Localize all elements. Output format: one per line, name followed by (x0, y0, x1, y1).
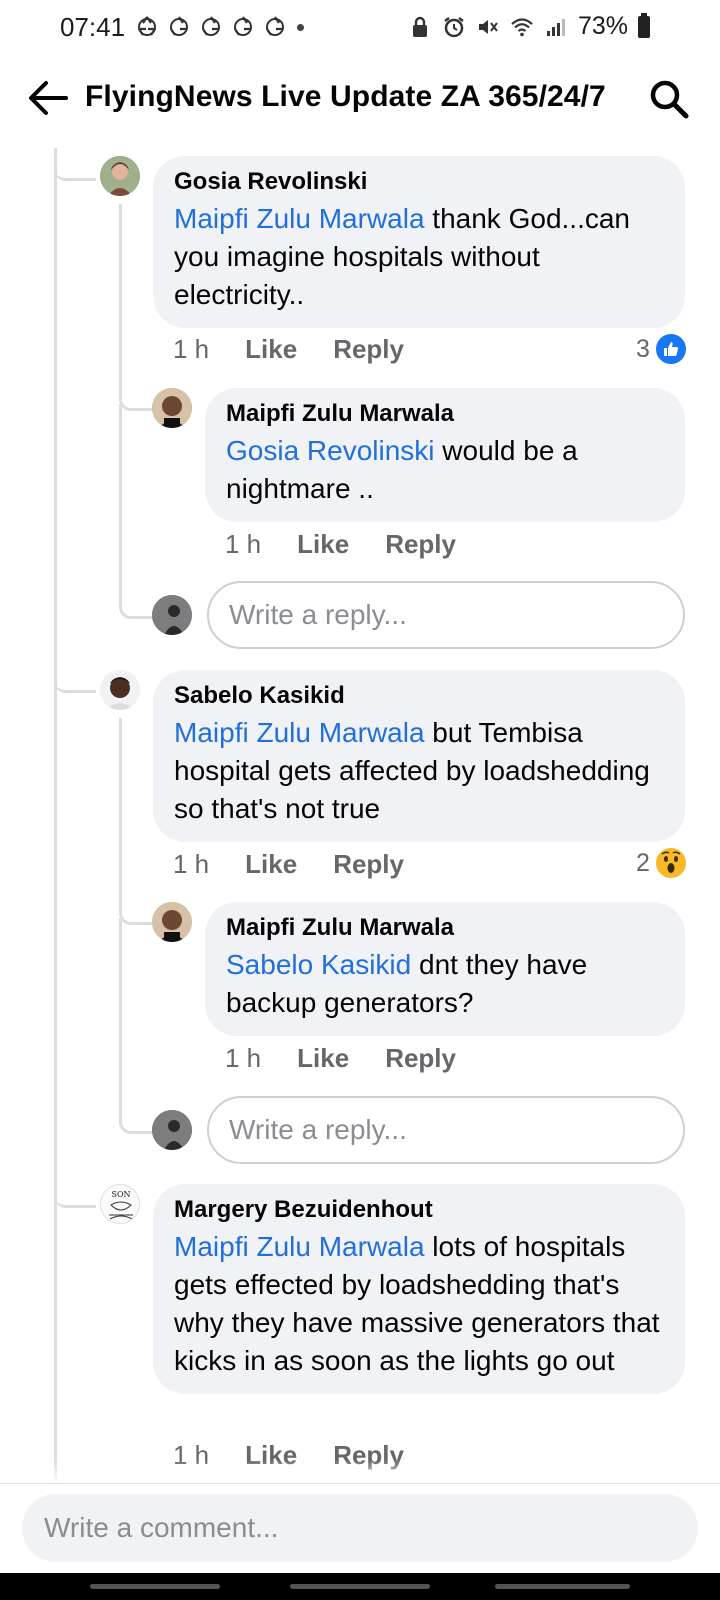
comment-author[interactable]: Gosia Revolinski (174, 168, 665, 196)
comment-input[interactable]: Write a comment... (22, 1494, 698, 1562)
avatar-photo-icon (100, 156, 140, 196)
user-avatar (152, 1110, 192, 1150)
recycle-icon (170, 16, 188, 36)
mention-link[interactable]: Gosia Revolinski (226, 435, 435, 466)
system-icons: 73% (408, 12, 650, 41)
reaction-summary[interactable]: 2 (636, 846, 688, 880)
reaction-summary[interactable]: 3 (636, 332, 688, 366)
recycle-icon (234, 16, 252, 36)
thread-connector (54, 1175, 96, 1208)
reply-connector (119, 404, 122, 604)
nav-back-button[interactable] (495, 1584, 630, 1589)
reply-bubble[interactable]: Maipfi Zulu Marwala Sabelo Kasikid dnt t… (205, 902, 685, 1036)
lock-icon (412, 16, 427, 37)
recycle-icon (266, 16, 284, 36)
reply-button[interactable]: Reply (385, 529, 456, 560)
like-button[interactable]: Like (297, 529, 349, 560)
like-button[interactable]: Like (297, 1043, 349, 1074)
nav-home-button[interactable] (290, 1584, 430, 1589)
reply-bubble[interactable]: Maipfi Zulu Marwala Gosia Revolinski wou… (205, 388, 685, 522)
like-icon (653, 332, 688, 366)
reply-connector (119, 918, 122, 1118)
more-notifications-dot (297, 24, 304, 31)
reply-author[interactable]: Maipfi Zulu Marwala (226, 914, 665, 942)
avatar-photo-icon (152, 388, 192, 428)
avatar-photo-icon (152, 595, 192, 635)
avatar-photo-icon (152, 1110, 192, 1150)
comment-text: Maipfi Zulu Marwala but Tembisa hospital… (174, 714, 665, 828)
alarm-icon (444, 16, 464, 37)
wifi-icon (511, 17, 533, 36)
comment-actions: 1 h Like Reply (173, 334, 440, 365)
reply-connector (119, 718, 152, 925)
avatar-logo-icon: SON (101, 1185, 139, 1223)
comment-bubble[interactable]: Margery Bezuidenhout Maipfi Zulu Marwala… (153, 1184, 685, 1394)
recycle-icon (202, 16, 220, 36)
page-title: FlyingNews Live Update ZA 365/24/7 (85, 80, 606, 113)
reply-input[interactable]: Write a reply... (207, 1096, 685, 1164)
mention-link[interactable]: Maipfi Zulu Marwala (174, 203, 425, 234)
avatar[interactable] (100, 670, 140, 710)
recycle-icon (138, 16, 156, 36)
like-button[interactable]: Like (245, 334, 297, 365)
avatar-photo-icon (100, 670, 140, 710)
avatar[interactable] (100, 156, 140, 196)
avatar[interactable] (152, 388, 192, 428)
mention-link[interactable]: Sabelo Kasikid (226, 949, 411, 980)
thread-connector (54, 660, 96, 693)
thread-connector (54, 148, 96, 181)
app-header: FlyingNews Live Update ZA 365/24/7 (0, 62, 720, 134)
reaction-count: 2 (636, 848, 650, 877)
comment-author[interactable]: Sabelo Kasikid (174, 682, 665, 710)
signal-icon (546, 18, 565, 36)
reply-button[interactable]: Reply (333, 334, 404, 365)
comment-bubble[interactable]: Sabelo Kasikid Maipfi Zulu Marwala but T… (153, 670, 685, 842)
avatar-photo-icon (152, 902, 192, 942)
status-bar: 07:41 73% (0, 0, 720, 56)
notification-icons (135, 14, 287, 38)
reply-actions: 1 h Like Reply (225, 529, 492, 560)
reply-connector (119, 204, 152, 411)
battery-icon (638, 12, 650, 38)
reply-button[interactable]: Reply (333, 849, 404, 880)
avatar[interactable] (152, 902, 192, 942)
reply-connector (119, 1094, 152, 1134)
comment-text: Maipfi Zulu Marwala thank God...can you … (174, 200, 665, 314)
scroll-fade (0, 1460, 720, 1484)
comment-actions: 1 h Like Reply (173, 849, 440, 880)
reply-text: Gosia Revolinski would be a nightmare .. (226, 432, 665, 508)
reply-input[interactable]: Write a reply... (207, 581, 685, 649)
reaction-count: 3 (636, 334, 650, 363)
reply-author[interactable]: Maipfi Zulu Marwala (226, 400, 665, 428)
comment-time[interactable]: 1 h (173, 334, 209, 365)
thread-line (54, 148, 57, 1483)
mention-link[interactable]: Maipfi Zulu Marwala (174, 1231, 425, 1262)
wow-icon (653, 846, 688, 880)
comment-bubble[interactable]: Gosia Revolinski Maipfi Zulu Marwala tha… (153, 156, 685, 328)
reply-time[interactable]: 1 h (225, 1043, 261, 1074)
comment-time[interactable]: 1 h (173, 849, 209, 880)
comment-composer-bar: Write a comment... (0, 1483, 720, 1574)
avatar[interactable]: SON (100, 1184, 140, 1224)
back-arrow-icon[interactable] (26, 78, 70, 118)
status-time: 07:41 (60, 12, 126, 42)
reply-text: Sabelo Kasikid dnt they have backup gene… (226, 946, 665, 1022)
reply-actions: 1 h Like Reply (225, 1043, 492, 1074)
reply-time[interactable]: 1 h (225, 529, 261, 560)
reply-button[interactable]: Reply (385, 1043, 456, 1074)
system-nav-bar (0, 1573, 720, 1600)
like-button[interactable]: Like (245, 849, 297, 880)
reply-connector (119, 580, 152, 619)
battery-level: 73% (577, 12, 628, 40)
svg-text:SON: SON (111, 1190, 130, 1199)
search-icon[interactable] (648, 78, 690, 120)
mute-icon (478, 19, 498, 34)
user-avatar (152, 595, 192, 635)
nav-recents-button[interactable] (90, 1584, 220, 1589)
mention-link[interactable]: Maipfi Zulu Marwala (174, 717, 425, 748)
comment-text: Maipfi Zulu Marwala lots of hospitals ge… (174, 1228, 665, 1380)
comment-author[interactable]: Margery Bezuidenhout (174, 1196, 665, 1224)
